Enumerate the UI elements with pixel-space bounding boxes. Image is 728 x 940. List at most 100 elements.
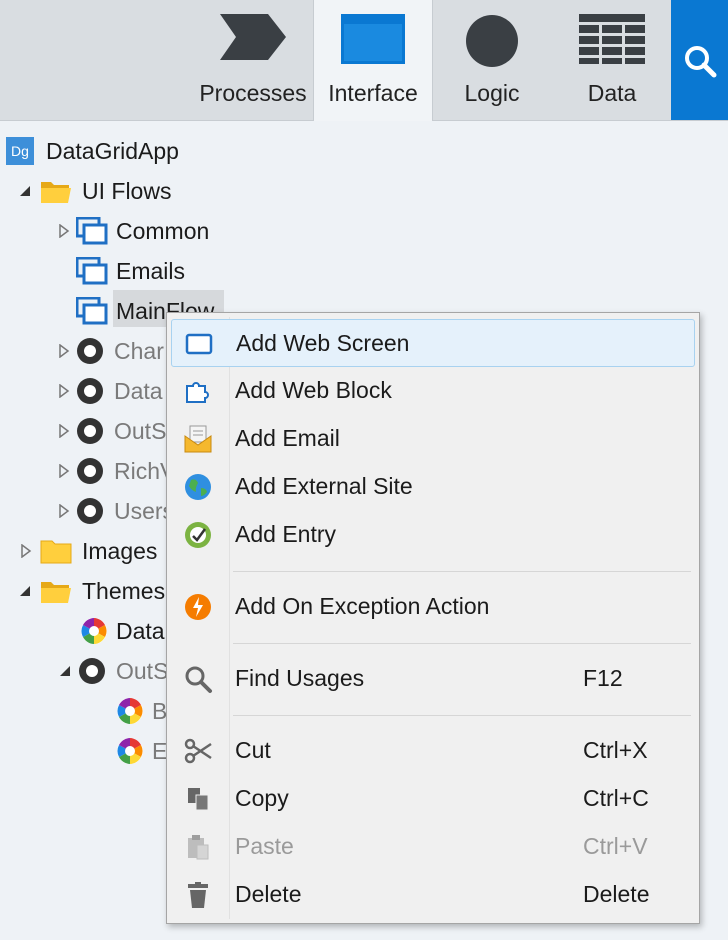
menu-label: Copy: [235, 785, 289, 811]
theme-palette-icon: [81, 618, 107, 644]
exception-icon: [185, 594, 211, 620]
menu-label: Add Email: [235, 425, 340, 451]
module-ref-icon: [77, 338, 103, 364]
globe-icon: [185, 474, 211, 500]
tree-item-users[interactable]: Users: [58, 493, 174, 529]
tree-item-char[interactable]: Char: [58, 333, 164, 369]
menu-label: Add External Site: [235, 473, 413, 499]
tab-data-label: Data: [587, 80, 637, 106]
menu-separator: [233, 715, 691, 716]
tree-item-theme-data[interactable]: Data: [80, 613, 165, 649]
tree-item-theme-b[interactable]: B: [116, 693, 167, 729]
search-button[interactable]: [671, 0, 728, 120]
menu-item-add-email[interactable]: Add Email: [171, 415, 693, 461]
grid-table-icon: [579, 14, 645, 64]
module-ref-icon: [77, 418, 103, 444]
scissors-icon: [184, 738, 212, 764]
tree-label-emails: Emails: [116, 257, 186, 284]
menu-shortcut: Ctrl+X: [583, 737, 648, 763]
collapsed-arrow-icon: [59, 464, 70, 478]
web-screen-icon: [185, 333, 213, 355]
tree-label-themes: Themes: [82, 577, 166, 604]
tree-item-images[interactable]: Images: [20, 533, 157, 569]
tab-logic[interactable]: Logic: [432, 0, 552, 120]
tree-item-outs[interactable]: OutS: [58, 413, 166, 449]
collapsed-arrow-icon: [59, 384, 70, 398]
search-icon: [685, 46, 717, 78]
tree-item-themes[interactable]: Themes: [18, 573, 165, 609]
tab-data[interactable]: Data: [553, 0, 671, 120]
menu-label: Find Usages: [235, 665, 365, 691]
collapsed-arrow-icon: [59, 424, 70, 438]
menu-label: Add Web Block: [235, 377, 392, 403]
tree-item-emails[interactable]: Emails: [76, 253, 185, 289]
module-ref-icon: [79, 658, 105, 684]
expanded-arrow-icon: [20, 186, 30, 196]
copy-icon: [188, 788, 209, 811]
app-label: DataGridApp: [46, 137, 179, 164]
flow-icon: [76, 257, 108, 285]
tree-item-ui-flows[interactable]: UI Flows: [18, 173, 171, 209]
tree-item-common[interactable]: Common: [58, 213, 209, 249]
menu-item-add-web-screen[interactable]: Add Web Screen: [171, 319, 695, 367]
tree-item-data[interactable]: Data: [58, 373, 163, 409]
collapsed-arrow-icon: [59, 344, 70, 358]
tree-item-theme-outs[interactable]: OutS: [58, 653, 168, 689]
menu-item-add-web-block[interactable]: Add Web Block: [171, 367, 693, 413]
context-menu: Add Web Screen Add Web Block Add Email A…: [166, 312, 700, 924]
process-chevron-icon: [220, 14, 286, 60]
theme-palette-icon: [117, 698, 143, 724]
menu-label: Delete: [235, 881, 302, 907]
top-tab-bar: Processes Interface Logic Data: [0, 0, 728, 121]
tree-label-data: Data: [114, 377, 163, 404]
email-icon: [184, 425, 212, 453]
folder-icon: [40, 540, 72, 564]
menu-item-copy[interactable]: Copy Ctrl+C: [171, 775, 693, 821]
menu-shortcut: Ctrl+C: [583, 785, 649, 811]
magnifier-icon: [185, 666, 212, 693]
tree-label-ui-flows: UI Flows: [82, 177, 172, 204]
tab-interface[interactable]: Interface: [313, 0, 433, 121]
expanded-arrow-icon: [20, 586, 30, 596]
menu-shortcut: F12: [583, 665, 623, 691]
menu-label: Add Entry: [235, 521, 336, 547]
module-ref-icon: [77, 378, 103, 404]
open-folder-icon: [41, 582, 71, 603]
menu-separator: [233, 643, 691, 644]
paste-icon: [188, 835, 209, 860]
window-icon: [341, 14, 405, 64]
tree-item-theme-e[interactable]: E: [116, 733, 167, 769]
flow-icon: [76, 297, 108, 325]
tab-processes[interactable]: Processes: [192, 0, 314, 120]
menu-label: Add Web Screen: [236, 330, 410, 356]
web-block-icon: [186, 382, 209, 403]
menu-shortcut: Delete: [583, 881, 650, 907]
flow-icon: [76, 217, 108, 245]
circle-icon: [466, 15, 518, 67]
trash-icon: [188, 882, 208, 908]
menu-item-find-usages[interactable]: Find Usages F12: [171, 655, 693, 701]
menu-label: Cut: [235, 737, 271, 763]
tree-label-theme-outs: OutS: [116, 657, 169, 684]
open-folder-icon: [41, 182, 71, 203]
collapsed-arrow-icon: [21, 544, 32, 558]
tree-label-common: Common: [116, 217, 210, 244]
menu-item-add-external-site[interactable]: Add External Site: [171, 463, 693, 509]
tree-item-rich[interactable]: RichV: [58, 453, 175, 489]
menu-shortcut: Ctrl+V: [583, 833, 648, 859]
tree-label-outs: OutS: [114, 417, 167, 444]
theme-palette-icon: [117, 738, 143, 764]
menu-item-cut[interactable]: Cut Ctrl+X: [171, 727, 693, 773]
menu-label: Paste: [235, 833, 294, 859]
entry-icon: [185, 522, 211, 548]
tree-item-app[interactable]: Dg DataGridApp: [6, 133, 179, 169]
app-badge-icon: Dg: [6, 137, 34, 165]
tree-label-theme-data: Data: [116, 617, 165, 644]
module-ref-icon: [77, 498, 103, 524]
tree-label-images: Images: [82, 537, 158, 564]
menu-item-add-entry[interactable]: Add Entry: [171, 511, 693, 557]
collapsed-arrow-icon: [59, 504, 70, 518]
menu-item-add-on-exception-action[interactable]: Add On Exception Action: [171, 583, 693, 629]
menu-item-delete[interactable]: Delete Delete: [171, 871, 693, 917]
tab-processes-label: Processes: [199, 80, 307, 106]
